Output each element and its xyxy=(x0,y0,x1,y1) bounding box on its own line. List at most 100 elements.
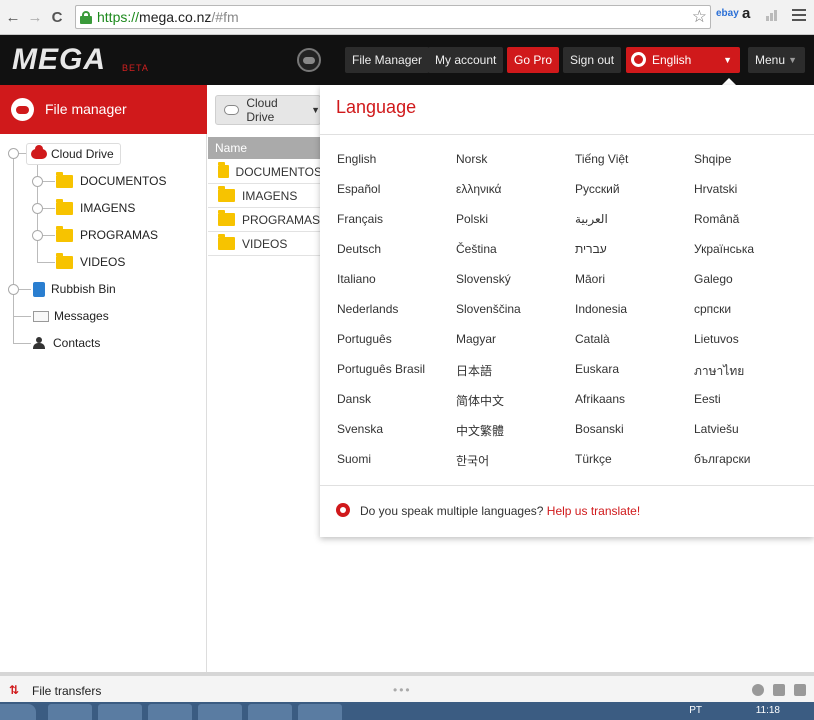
pause-icon[interactable] xyxy=(752,684,764,696)
back-arrow-icon[interactable]: ← xyxy=(4,8,22,26)
language-option[interactable]: Čeština xyxy=(456,242,497,256)
language-option[interactable]: 한국어 xyxy=(456,452,489,469)
tree-item-folder[interactable]: IMAGENS xyxy=(56,197,135,219)
file-row[interactable]: PROGRAMAS xyxy=(208,208,322,232)
language-option[interactable]: Español xyxy=(337,182,380,196)
menu-button-label: Menu xyxy=(755,53,786,67)
tree-expander-icon[interactable] xyxy=(8,148,19,159)
cloud-drive-breadcrumb[interactable]: Cloud Drive ▼ xyxy=(215,95,321,125)
language-option[interactable]: 中文繁體 xyxy=(456,422,504,439)
language-option[interactable]: 日本語 xyxy=(456,362,492,379)
language-option[interactable]: Português xyxy=(337,332,392,346)
address-bar[interactable]: https://mega.co.nz/#fm ☆ xyxy=(75,5,711,29)
language-option[interactable]: Lietuvos xyxy=(694,332,739,346)
language-selector[interactable]: English ▼ xyxy=(626,47,740,73)
taskbar-ie-icon[interactable] xyxy=(98,704,142,720)
tree-item-folder[interactable]: PROGRAMAS xyxy=(56,224,158,246)
tree-item-folder[interactable]: DOCUMENTOS xyxy=(56,170,166,192)
file-transfers-bar[interactable]: ⇅ File transfers ••• xyxy=(0,672,814,702)
language-option[interactable]: Slovenský xyxy=(456,272,511,286)
language-option[interactable]: English xyxy=(337,152,376,166)
language-option[interactable]: Māori xyxy=(575,272,605,286)
language-option[interactable]: Nederlands xyxy=(337,302,398,316)
tree-item-folder[interactable]: VIDEOS xyxy=(56,251,125,273)
language-option[interactable]: Tiếng Việt xyxy=(575,152,628,166)
help-translate-link[interactable]: Help us translate! xyxy=(547,504,640,518)
language-option[interactable]: Eesti xyxy=(694,392,721,406)
language-option[interactable]: Suomi xyxy=(337,452,371,466)
start-button[interactable] xyxy=(0,704,36,720)
amazon-extension-icon[interactable]: a xyxy=(742,5,750,22)
tree-item-cloud-drive[interactable]: Cloud Drive xyxy=(26,143,121,165)
language-option[interactable]: Bosanski xyxy=(575,422,624,436)
language-option[interactable]: Galego xyxy=(694,272,733,286)
tree-expander-icon[interactable] xyxy=(32,176,43,187)
language-option[interactable]: српски xyxy=(694,302,731,316)
language-option[interactable]: العربية xyxy=(575,212,608,226)
language-option[interactable]: Shqipe xyxy=(694,152,731,166)
input-language[interactable]: PT xyxy=(689,705,702,716)
language-option[interactable]: עברית xyxy=(575,242,607,256)
tree-item-messages[interactable]: Messages xyxy=(33,305,109,327)
folder-icon xyxy=(218,234,235,250)
file-manager-button[interactable]: File Manager xyxy=(345,47,430,73)
language-option[interactable]: Euskara xyxy=(575,362,619,376)
taskbar-office-icon[interactable] xyxy=(298,704,342,720)
language-option[interactable]: Magyar xyxy=(456,332,496,346)
taskbar-users-icon[interactable] xyxy=(198,704,242,720)
language-option[interactable]: Italiano xyxy=(337,272,376,286)
taskbar-media-icon[interactable] xyxy=(148,704,192,720)
language-option[interactable]: Polski xyxy=(456,212,488,226)
clock[interactable]: 11:18 xyxy=(756,705,780,716)
signal-bars-icon[interactable] xyxy=(766,9,780,21)
reload-icon[interactable]: C xyxy=(48,8,66,26)
forward-arrow-icon[interactable]: → xyxy=(26,8,44,26)
language-option[interactable]: Português Brasil xyxy=(337,362,425,376)
language-option[interactable]: Afrikaans xyxy=(575,392,625,406)
column-header-name[interactable]: Name xyxy=(208,137,322,159)
resize-handle[interactable]: ••• xyxy=(393,683,412,697)
tree-item-label: Rubbish Bin xyxy=(51,282,116,296)
file-row[interactable]: VIDEOS xyxy=(208,232,322,256)
file-row[interactable]: IMAGENS xyxy=(208,184,322,208)
tree-item-contacts[interactable]: Contacts xyxy=(33,332,100,354)
language-option[interactable]: български xyxy=(694,452,750,466)
language-option[interactable]: Türkçe xyxy=(575,452,612,466)
tree-expander-icon[interactable] xyxy=(32,203,43,214)
clear-icon[interactable] xyxy=(794,684,806,696)
language-option[interactable]: Русский xyxy=(575,182,620,196)
language-option[interactable]: Українська xyxy=(694,242,754,256)
taskbar-skype-icon[interactable] xyxy=(248,704,292,720)
language-option[interactable]: 简体中文 xyxy=(456,392,504,409)
gear-icon[interactable] xyxy=(773,684,785,696)
tree-item-label: Cloud Drive xyxy=(51,147,114,161)
ebay-extension-icon[interactable]: ebay xyxy=(716,8,739,19)
language-option[interactable]: Français xyxy=(337,212,383,226)
file-row[interactable]: DOCUMENTOS xyxy=(208,160,322,184)
language-option[interactable]: Norsk xyxy=(456,152,487,166)
language-option[interactable]: ภาษาไทย xyxy=(694,362,744,381)
language-option[interactable]: Română xyxy=(694,212,739,226)
menu-button[interactable]: Menu ▼ xyxy=(748,47,805,73)
my-account-button[interactable]: My account xyxy=(428,47,504,73)
language-option[interactable]: Latviešu xyxy=(694,422,739,436)
tree-expander-icon[interactable] xyxy=(32,230,43,241)
browser-menu-icon[interactable] xyxy=(792,9,806,24)
language-option[interactable]: Indonesia xyxy=(575,302,627,316)
cloud-sync-icon[interactable] xyxy=(297,48,321,72)
language-option[interactable]: Svenska xyxy=(337,422,383,436)
go-pro-button[interactable]: Go Pro xyxy=(507,47,560,73)
bookmark-star-icon[interactable]: ☆ xyxy=(692,7,707,27)
taskbar-chrome-icon[interactable] xyxy=(48,704,92,720)
tree-item-label: VIDEOS xyxy=(80,255,126,269)
tree-expander-icon[interactable] xyxy=(8,284,19,295)
sign-out-button[interactable]: Sign out xyxy=(563,47,622,73)
language-option[interactable]: Slovenščina xyxy=(456,302,521,316)
language-option[interactable]: Dansk xyxy=(337,392,371,406)
tree-item-rubbish-bin[interactable]: Rubbish Bin xyxy=(33,278,116,300)
mega-logo[interactable]: MEGA xyxy=(12,43,106,77)
language-option[interactable]: Hrvatski xyxy=(694,182,737,196)
language-option[interactable]: Deutsch xyxy=(337,242,381,256)
language-option[interactable]: Català xyxy=(575,332,610,346)
language-option[interactable]: ελληνικά xyxy=(456,182,501,196)
